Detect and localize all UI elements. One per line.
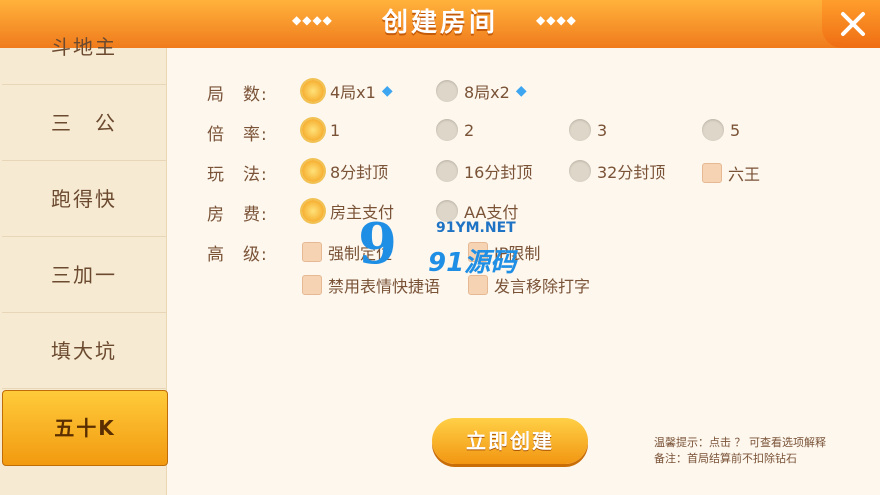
- sidebar-item-label: 填大坑: [51, 339, 117, 363]
- watermark-url: 91YM.NET: [436, 220, 516, 236]
- radio-icon: [436, 160, 458, 182]
- option-label: 8局x2: [464, 83, 510, 102]
- mode-option-32[interactable]: 32分封顶: [569, 159, 665, 183]
- option-label: 1: [330, 120, 341, 140]
- multiplier-label: 倍 率:: [207, 125, 268, 145]
- sidebar-item-sanjiayi[interactable]: 三加一: [2, 238, 166, 313]
- watermark-logo: 9 91YM.NET 91源码: [358, 211, 538, 278]
- diamond-icon: ◆: [515, 83, 527, 99]
- option-label: 32分封顶: [597, 163, 666, 182]
- multiplier-option-5[interactable]: 5: [702, 119, 740, 141]
- radio-checked-icon: [302, 119, 324, 141]
- radio-icon: [569, 119, 591, 141]
- tip-text: 温馨提示：点击 ？ 可查看选项解释: [654, 436, 826, 449]
- multiplier-option-3[interactable]: 3: [569, 119, 607, 141]
- watermark-text: 91源码: [428, 248, 517, 278]
- sidebar-item-tiandakeng[interactable]: 填大坑: [2, 314, 166, 389]
- radio-icon: [569, 160, 591, 182]
- sidebar-item-wushik[interactable]: 五十K: [2, 390, 168, 466]
- game-type-sidebar: 斗地主 三 公 跑得快 三加一 填大坑 五十K: [0, 35, 168, 495]
- option-label: 3: [597, 120, 608, 140]
- sidebar-item-sangong[interactable]: 三 公: [2, 86, 166, 161]
- option-label: 六王: [728, 165, 761, 184]
- radio-checked-icon: [302, 200, 324, 222]
- note-text: 备注：首局结算前不扣除钻石: [654, 452, 797, 465]
- sidebar-item-label: 斗地主: [51, 35, 117, 59]
- create-room-button[interactable]: 立即创建: [432, 418, 588, 464]
- close-button[interactable]: [822, 0, 880, 48]
- checkbox-icon: [302, 242, 322, 262]
- diamond-icon: ◆: [381, 83, 393, 99]
- rounds-label: 局 数:: [207, 85, 268, 105]
- rounds-option-4[interactable]: 4局x1 ◆: [302, 79, 393, 103]
- multiplier-option-1[interactable]: 1: [302, 119, 340, 141]
- radio-icon: [436, 119, 458, 141]
- option-label: 2: [464, 120, 475, 140]
- fee-label: 房 费:: [207, 205, 268, 225]
- six-kings-checkbox[interactable]: 六王: [702, 161, 760, 185]
- option-label: 4局x1: [330, 83, 376, 102]
- mode-option-8[interactable]: 8分封顶: [302, 159, 388, 183]
- mode-label: 玩 法:: [207, 165, 268, 185]
- watermark-mark: 9: [358, 211, 397, 277]
- radio-checked-icon: [302, 160, 324, 182]
- radio-icon: [436, 80, 458, 102]
- sidebar-item-label: 三 公: [51, 111, 117, 135]
- sidebar-item-paodekuai[interactable]: 跑得快: [2, 162, 166, 237]
- sidebar-item-label: 跑得快: [51, 187, 117, 211]
- mode-option-16[interactable]: 16分封顶: [436, 159, 532, 183]
- radio-checked-icon: [302, 80, 324, 102]
- title-decoration-right: ◆◆◆◆: [536, 13, 577, 27]
- sidebar-item-label: 三加一: [51, 263, 117, 287]
- sidebar-item-doudizhu[interactable]: 斗地主: [2, 10, 166, 85]
- option-label: 8分封顶: [330, 163, 389, 182]
- multiplier-option-2[interactable]: 2: [436, 119, 474, 141]
- close-icon: [841, 12, 865, 36]
- sidebar-item-label: 五十K: [54, 416, 116, 440]
- radio-icon: [702, 119, 724, 141]
- option-label: 5: [730, 120, 741, 140]
- advanced-label: 高 级:: [207, 245, 268, 265]
- checkbox-icon: [302, 275, 322, 295]
- checkbox-icon: [702, 163, 722, 183]
- option-label: 16分封顶: [464, 163, 533, 182]
- rounds-option-8[interactable]: 8局x2 ◆: [436, 79, 527, 103]
